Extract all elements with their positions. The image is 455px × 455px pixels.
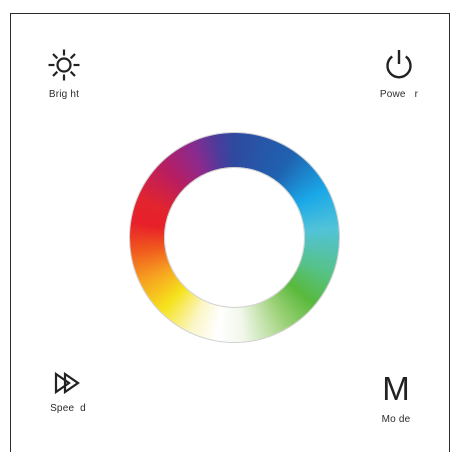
mode-icon: M — [382, 370, 410, 407]
fast-forward-icon — [38, 372, 98, 394]
speed-label: Spee d — [50, 403, 86, 414]
color-wheel-center — [164, 167, 305, 308]
sun-icon — [32, 48, 96, 82]
mode-label: Mo de — [381, 414, 411, 425]
speed-button[interactable]: Spee d — [38, 372, 98, 414]
power-icon — [364, 48, 434, 82]
power-button[interactable]: Powe r — [364, 48, 434, 100]
bright-button[interactable]: Brig ht — [32, 48, 96, 100]
bright-label: Brig ht — [48, 89, 80, 100]
power-label: Powe r — [379, 89, 419, 100]
mode-button[interactable]: M Mo de — [366, 370, 426, 426]
